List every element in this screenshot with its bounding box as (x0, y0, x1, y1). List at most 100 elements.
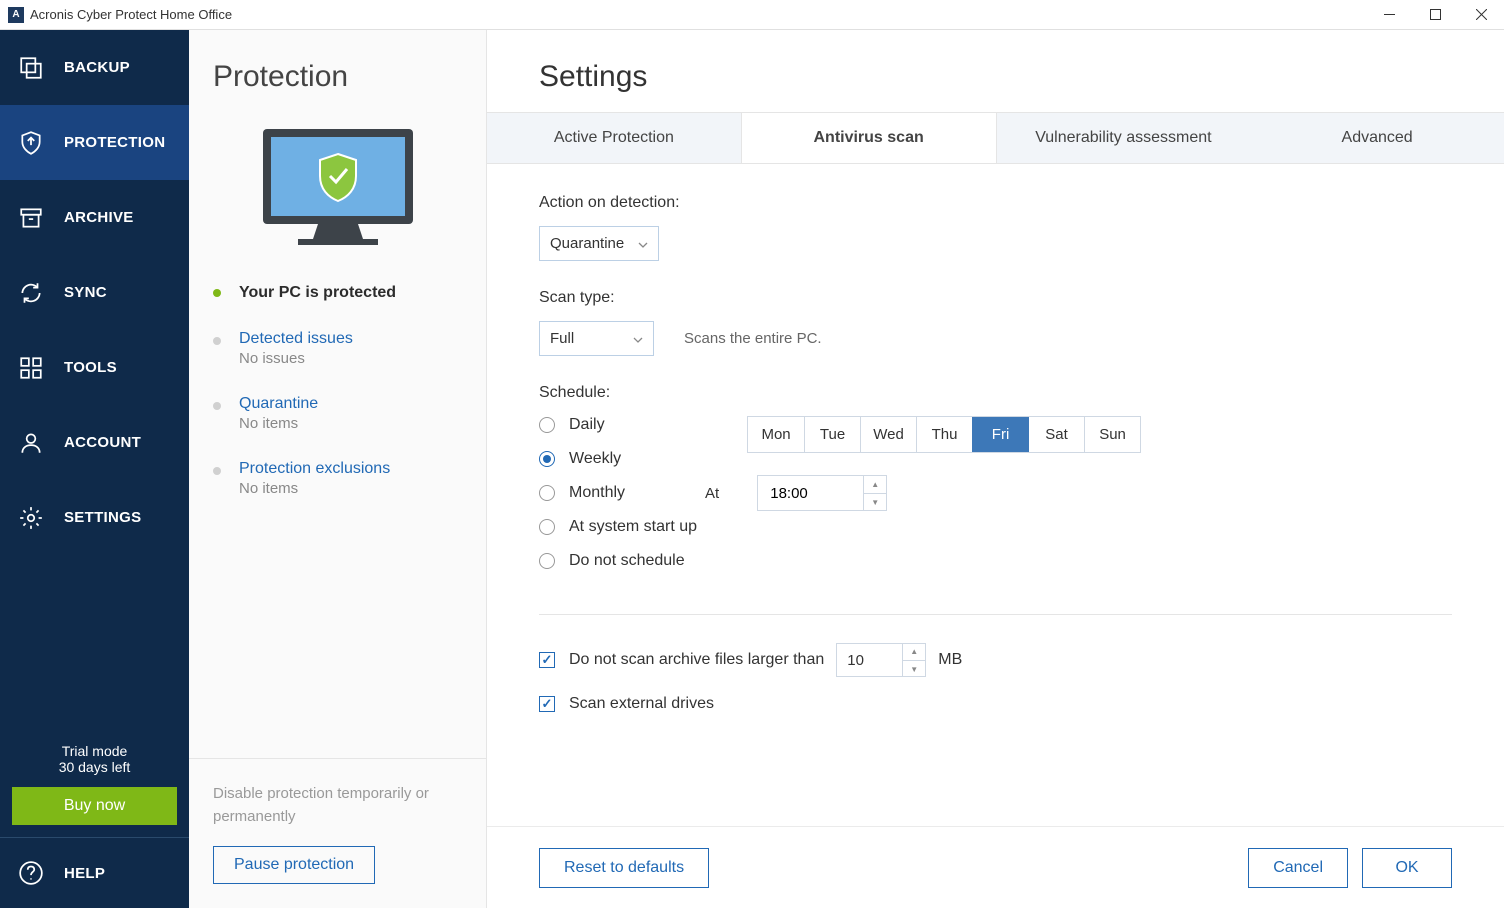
main-area: Settings Active Protection Antivirus sca… (487, 30, 1504, 908)
radio-no-schedule[interactable]: Do not schedule (539, 552, 697, 570)
sidebar-item-label: SYNC (64, 284, 107, 301)
shield-icon (18, 130, 44, 156)
sidebar-item-archive[interactable]: ARCHIVE (0, 180, 189, 255)
scan-type-select[interactable]: Full (539, 321, 654, 356)
status-text: Your PC is protected (239, 284, 396, 302)
sidebar-item-label: BACKUP (64, 59, 130, 76)
status-dot-icon (213, 337, 221, 345)
exclusions-sub: No items (239, 480, 390, 497)
day-sun[interactable]: Sun (1084, 417, 1140, 452)
sync-icon (18, 280, 44, 306)
sidebar-item-account[interactable]: ACCOUNT (0, 405, 189, 480)
minimize-button[interactable] (1366, 0, 1412, 30)
account-icon (18, 430, 44, 456)
tab-vulnerability[interactable]: Vulnerability assessment (997, 113, 1251, 163)
sidebar: BACKUP PROTECTION ARCHIVE SYNC TOOLS ACC… (0, 30, 189, 908)
radio-monthly[interactable]: Monthly (539, 484, 697, 502)
quarantine-link[interactable]: Quarantine (239, 395, 318, 413)
buy-now-button[interactable]: Buy now (12, 787, 177, 825)
archive-limit-checkbox[interactable] (539, 652, 555, 668)
day-fri[interactable]: Fri (972, 417, 1028, 452)
time-down-button[interactable]: ▼ (864, 493, 886, 510)
trial-line2: 30 days left (0, 759, 189, 775)
time-value: 18:00 (758, 485, 863, 502)
archive-icon (18, 205, 44, 231)
size-up-button[interactable]: ▲ (903, 643, 925, 660)
pause-protection-button[interactable]: Pause protection (213, 846, 375, 884)
day-sat[interactable]: Sat (1028, 417, 1084, 452)
page-title: Settings (487, 30, 1504, 112)
archive-limit-label: Do not scan archive files larger than (569, 651, 824, 669)
tabs: Active Protection Antivirus scan Vulnera… (487, 112, 1504, 164)
sidebar-item-sync[interactable]: SYNC (0, 255, 189, 330)
sidebar-item-label: SETTINGS (64, 509, 141, 526)
backup-icon (18, 55, 44, 81)
ok-button[interactable]: OK (1362, 848, 1452, 888)
chevron-down-icon (638, 235, 648, 252)
tab-active-protection[interactable]: Active Protection (487, 113, 741, 163)
status-dot-icon (213, 402, 221, 410)
tools-icon (18, 355, 44, 381)
sidebar-item-tools[interactable]: TOOLS (0, 330, 189, 405)
radio-weekly[interactable]: Weekly (539, 450, 697, 468)
detected-issues-link[interactable]: Detected issues (239, 330, 353, 348)
day-mon[interactable]: Mon (748, 417, 804, 452)
archive-size-spinner[interactable]: 10 ▲ ▼ (836, 643, 926, 677)
schedule-label: Schedule: (539, 384, 1452, 402)
reset-button[interactable]: Reset to defaults (539, 848, 709, 888)
status-dot-icon (213, 289, 221, 297)
help-icon (18, 860, 44, 886)
status-dot-icon (213, 467, 221, 475)
sidebar-item-label: ARCHIVE (64, 209, 134, 226)
trial-line1: Trial mode (0, 743, 189, 759)
quarantine-sub: No items (239, 415, 318, 432)
action-label: Action on detection: (539, 194, 1452, 212)
scan-type-label: Scan type: (539, 289, 1452, 307)
sidebar-item-label: PROTECTION (64, 134, 165, 151)
exclusions-link[interactable]: Protection exclusions (239, 460, 390, 478)
action-value: Quarantine (550, 235, 624, 252)
sidebar-item-label: ACCOUNT (64, 434, 141, 451)
day-wed[interactable]: Wed (860, 417, 916, 452)
sidebar-item-settings[interactable]: SETTINGS (0, 480, 189, 555)
chevron-down-icon (633, 330, 643, 347)
trial-status: Trial mode 30 days left (0, 733, 189, 787)
time-spinner[interactable]: 18:00 ▲ ▼ (757, 475, 887, 511)
weekday-selector: Mon Tue Wed Thu Fri Sat Sun (747, 416, 1141, 453)
day-tue[interactable]: Tue (804, 417, 860, 452)
settings-content: Action on detection: Quarantine Scan typ… (487, 164, 1504, 826)
at-label: At (705, 485, 719, 502)
app-icon: A (8, 7, 24, 23)
gear-icon (18, 505, 44, 531)
close-button[interactable] (1458, 0, 1504, 30)
scan-type-value: Full (550, 330, 574, 347)
archive-size-unit: MB (938, 651, 962, 669)
detected-issues-sub: No issues (239, 350, 353, 367)
size-down-button[interactable]: ▼ (903, 660, 925, 677)
action-select[interactable]: Quarantine (539, 226, 659, 261)
sidebar-item-backup[interactable]: BACKUP (0, 30, 189, 105)
footer: Reset to defaults Cancel OK (487, 826, 1504, 908)
tab-antivirus-scan[interactable]: Antivirus scan (741, 113, 997, 163)
protection-illustration (189, 114, 486, 284)
sidebar-item-label: HELP (64, 865, 105, 882)
disable-text: Disable protection temporarily or perman… (213, 783, 462, 828)
scan-external-label: Scan external drives (569, 695, 714, 713)
cancel-button[interactable]: Cancel (1248, 848, 1348, 888)
protection-status: Your PC is protected (189, 284, 486, 330)
maximize-button[interactable] (1412, 0, 1458, 30)
sidebar-item-help[interactable]: HELP (0, 838, 189, 908)
scan-type-hint: Scans the entire PC. (684, 330, 822, 347)
sidebar-item-protection[interactable]: PROTECTION (0, 105, 189, 180)
time-up-button[interactable]: ▲ (864, 476, 886, 493)
titlebar-title: Acronis Cyber Protect Home Office (30, 7, 1366, 22)
day-thu[interactable]: Thu (916, 417, 972, 452)
protection-panel: Protection Your PC is protected Detected… (189, 30, 487, 908)
scan-external-checkbox[interactable] (539, 696, 555, 712)
titlebar: A Acronis Cyber Protect Home Office (0, 0, 1504, 30)
radio-startup[interactable]: At system start up (539, 518, 697, 536)
panel-title: Protection (189, 30, 486, 114)
tab-advanced[interactable]: Advanced (1250, 113, 1504, 163)
radio-daily[interactable]: Daily (539, 416, 697, 434)
archive-size-value: 10 (837, 652, 902, 669)
